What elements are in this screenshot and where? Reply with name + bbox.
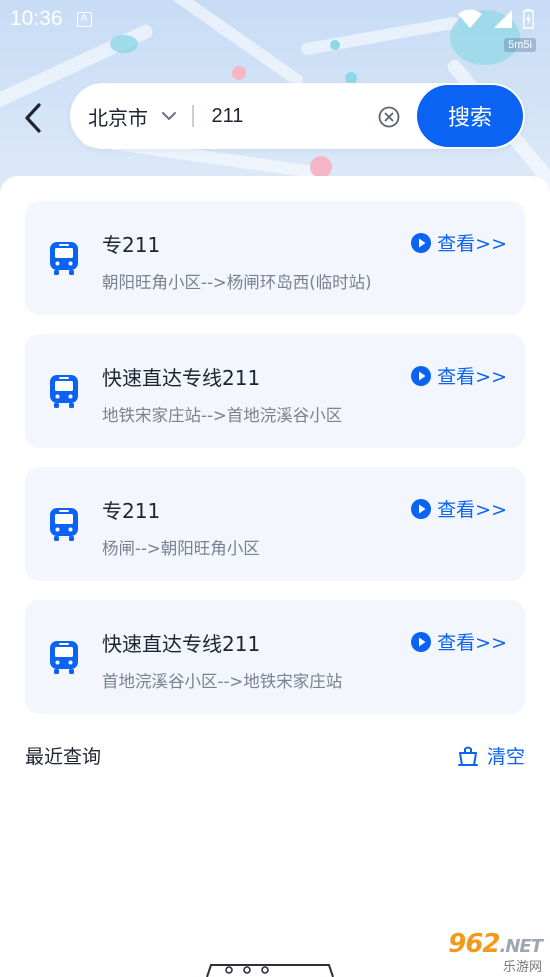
- search-bar: 北京市 搜索: [70, 83, 525, 149]
- results-sheet: 专211 朝阳旺角小区-->杨闸环岛西(临时站) 查看>> 快速直达专线211 …: [0, 176, 550, 977]
- network-speed-badge: 5m5i: [504, 38, 536, 52]
- battery-icon: [523, 9, 534, 29]
- view-button[interactable]: 查看>>: [411, 362, 507, 389]
- bus-icon: [50, 375, 78, 408]
- bus-icon: [50, 641, 78, 674]
- notification-a-icon: A: [76, 11, 92, 27]
- route-description: 地铁宋家庄站-->首地浣溪谷小区: [102, 406, 343, 425]
- chevron-down-icon[interactable]: [160, 107, 178, 125]
- route-name: 快速直达专线211: [102, 366, 261, 390]
- trash-icon: [457, 746, 478, 766]
- bus-icon: [50, 242, 78, 275]
- city-selector[interactable]: 北京市: [88, 102, 148, 131]
- view-button[interactable]: 查看>>: [411, 229, 507, 256]
- route-description: 首地浣溪谷小区-->地铁宋家庄站: [102, 672, 343, 691]
- play-circle-icon: [411, 631, 432, 652]
- route-description: 杨闸-->朝阳旺角小区: [102, 539, 260, 558]
- search-divider: [192, 105, 194, 127]
- play-circle-icon: [411, 498, 432, 519]
- chevron-left-icon: [25, 103, 41, 133]
- result-card[interactable]: 快速直达专线211 首地浣溪谷小区-->地铁宋家庄站 查看>>: [25, 600, 525, 714]
- watermark-sub: 乐游网: [502, 960, 542, 975]
- clear-circle-icon[interactable]: [378, 106, 400, 128]
- watermark-net: .NET: [499, 936, 543, 957]
- bus-illustration-icon: [206, 964, 334, 977]
- status-icons: [457, 9, 534, 29]
- view-label: 查看>>: [437, 366, 507, 388]
- clear-label: 清空: [486, 746, 525, 768]
- route-name: 快速直达专线211: [102, 632, 261, 656]
- status-time: 10:36: [10, 7, 63, 30]
- route-description: 朝阳旺角小区-->杨闸环岛西(临时站): [102, 273, 372, 292]
- view-label: 查看>>: [437, 499, 507, 521]
- search-button[interactable]: 搜索: [417, 85, 523, 147]
- wifi-icon: [458, 9, 482, 28]
- search-input[interactable]: [211, 104, 362, 128]
- recent-queries-title: 最近查询: [25, 746, 102, 768]
- play-circle-icon: [411, 232, 432, 253]
- signal-icon: [494, 10, 512, 28]
- site-watermark: 962.NET 乐游网: [420, 929, 543, 975]
- route-name: 专211: [102, 233, 161, 257]
- clear-history-button[interactable]: 清空: [457, 742, 525, 769]
- play-circle-icon: [411, 365, 432, 386]
- view-button[interactable]: 查看>>: [411, 628, 507, 655]
- view-button[interactable]: 查看>>: [411, 495, 507, 522]
- status-bar: 10:36 A: [0, 0, 550, 38]
- watermark-brand: 962: [448, 929, 500, 959]
- view-label: 查看>>: [437, 233, 507, 255]
- result-card[interactable]: 专211 朝阳旺角小区-->杨闸环岛西(临时站) 查看>>: [25, 201, 525, 315]
- result-card[interactable]: 快速直达专线211 地铁宋家庄站-->首地浣溪谷小区 查看>>: [25, 334, 525, 448]
- bus-icon: [50, 508, 78, 541]
- back-button[interactable]: [16, 98, 50, 138]
- result-card[interactable]: 专211 杨闸-->朝阳旺角小区 查看>>: [25, 467, 525, 581]
- route-name: 专211: [102, 499, 161, 523]
- view-label: 查看>>: [437, 632, 507, 654]
